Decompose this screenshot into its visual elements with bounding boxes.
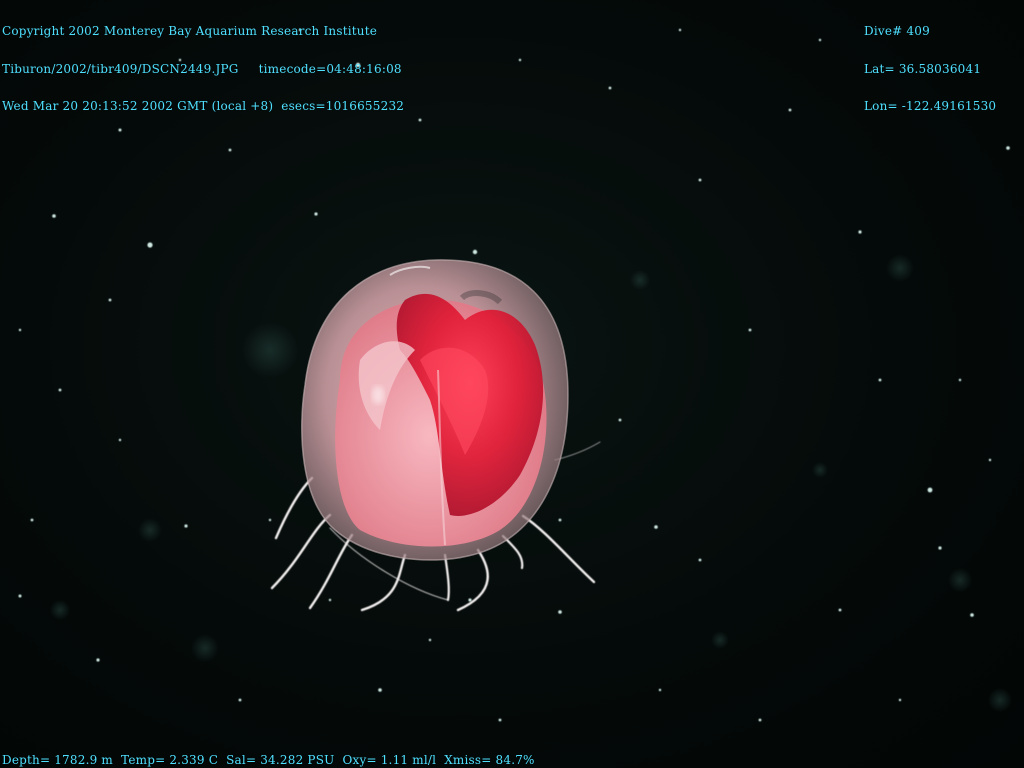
latitude: Lat= 36.58036041 [864, 61, 982, 76]
timecode: timecode=04:48:16:08 [258, 61, 402, 76]
depth: Depth= 1782.9 m [2, 753, 114, 767]
esecs: esecs=1016655232 [281, 99, 405, 113]
date-line: Wed Mar 20 20:13:52 2002 GMT (local +8) … [2, 100, 404, 113]
transmissometer: Xmiss= 84.7% [444, 753, 535, 767]
capture-date: Wed Mar 20 20:13:52 2002 GMT (local +8) [2, 99, 274, 113]
salinity: Sal= 34.282 PSU [226, 753, 335, 767]
overlay-bottom-left: Depth= 1782.9 m Temp= 2.339 C Sal= 34.28… [2, 754, 535, 767]
longitude: Lon= -122.49161530 [864, 99, 997, 113]
underwater-photo: Copyright 2002 Monterey Bay Aquarium Res… [0, 0, 1024, 768]
overlay-top-right: Dive# 409 Lat= 36.58036041 Lon= -122.491… [864, 0, 996, 138]
file-path: Tiburon/2002/tibr409/DSCN2449.JPG [2, 61, 239, 76]
copyright-text: Copyright 2002 Monterey Bay Aquarium Res… [2, 24, 378, 38]
dive-number: Dive# 409 [864, 24, 930, 38]
oxygen: Oxy= 1.11 ml/l [342, 753, 437, 767]
overlay-top-left: Copyright 2002 Monterey Bay Aquarium Res… [2, 0, 404, 138]
temperature: Temp= 2.339 C [121, 753, 219, 767]
file-path-line: Tiburon/2002/tibr409/DSCN2449.JPG timeco… [2, 61, 404, 76]
